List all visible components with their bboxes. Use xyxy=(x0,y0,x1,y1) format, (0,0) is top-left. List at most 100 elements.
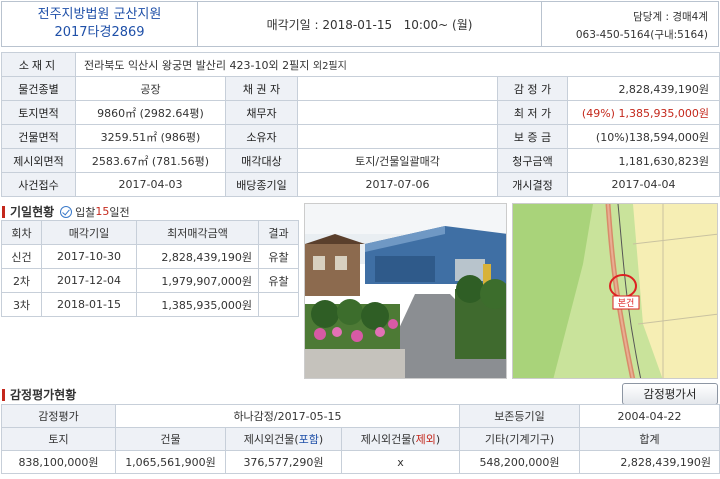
owner-label: 소유자 xyxy=(225,124,298,149)
check-circle-icon xyxy=(60,205,73,218)
type-value: 공장 xyxy=(75,76,226,101)
land-area-label: 토지면적 xyxy=(1,100,76,125)
table-row: 3차 2018-01-15 1,385,935,000원 xyxy=(1,292,299,317)
round-cell: 3차 xyxy=(1,292,42,317)
appraisal-price-label: 감 정 가 xyxy=(497,76,568,101)
table-row: 건물면적 3259.51㎡ (986평) 소유자 보 증 금 (10%)138,… xyxy=(1,124,720,149)
appraisal-label: 감정평가 xyxy=(1,404,116,428)
min-price-value: (49%) 1,385,935,000원 xyxy=(566,100,720,125)
rounds-title-text: 기일현황 xyxy=(10,205,55,219)
section-marker xyxy=(2,388,5,401)
excl-excl-prefix: 제시외건물( xyxy=(360,433,416,446)
factory-photo-illustration xyxy=(305,204,506,378)
appraisal-table: 감정평가 하나감정/2017-05-15 보존등기일 2004-04-22 토지… xyxy=(1,404,720,474)
excl-excl-value: x xyxy=(341,450,460,474)
building-value: 1,065,561,900원 xyxy=(115,450,226,474)
appraisal-value: 하나감정/2017-05-15 xyxy=(115,404,460,428)
bid-note-days: 15 xyxy=(95,205,110,218)
col-header-price: 최저매각금액 xyxy=(136,220,259,245)
address-label: 소재지 xyxy=(1,52,76,77)
date-cell: 2018-01-15 xyxy=(41,292,137,317)
appraisal-price-value: 2,828,439,190원 xyxy=(566,76,720,101)
address-value: 전라북도 익산시 왕궁면 발산리 423-10외 2필지 외2필지 xyxy=(74,52,720,77)
col-header-date: 매각기일 xyxy=(41,220,137,245)
rounds-table: 회차 매각기일 최저매각금액 결과 신건 2017-10-30 2,828,43… xyxy=(1,220,299,317)
table-row: 사건접수 2017-04-03 배당종기일 2017-07-06 개시결정 20… xyxy=(1,172,720,197)
case-header: 전주지방법원 군산지원 2017타경2869 매각기일 : 2018-01-15… xyxy=(1,1,719,47)
owner-value xyxy=(297,124,498,149)
debtor-value xyxy=(297,100,498,125)
start-label: 개시결정 xyxy=(497,172,568,197)
table-row: 물건종별 공장 채 권 자 감 정 가 2,828,439,190원 xyxy=(1,76,720,101)
bid-countdown: 입찰 15 일전 xyxy=(60,204,130,220)
bid-note-suffix: 일전 xyxy=(109,205,130,219)
case-number: 2017타경2869 xyxy=(54,25,145,40)
date-cell: 2017-10-30 xyxy=(41,244,137,269)
price-cell: 1,385,935,000원 xyxy=(136,292,259,317)
land-area-value: 9860㎡ (2982.64평) xyxy=(75,100,226,125)
claim-label: 청구금액 xyxy=(497,148,568,173)
table-header-row: 토지 건물 제시외건물(포함) 제시외건물(제외) 기타(기계기구) 합계 xyxy=(1,427,720,451)
dividend-value: 2017-07-06 xyxy=(297,172,498,197)
col-header-building: 건물 xyxy=(115,427,226,451)
result-cell: 유찰 xyxy=(258,268,299,293)
debtor-label: 채무자 xyxy=(225,100,298,125)
col-header-excl-incl: 제시외건물(포함) xyxy=(225,427,342,451)
dept-name: 담당계 : 경매4계 xyxy=(633,11,708,23)
col-header-round: 회차 xyxy=(1,220,42,245)
col-header-result: 결과 xyxy=(258,220,299,245)
court-name: 전주지방법원 군산지원 xyxy=(37,7,162,22)
other-value: 548,200,000원 xyxy=(459,450,580,474)
table-row: 2차 2017-12-04 1,979,907,000원 유찰 xyxy=(1,268,299,293)
col-header-total: 합계 xyxy=(579,427,720,451)
preserve-value: 2004-04-22 xyxy=(579,404,720,428)
deposit-value: (10%)138,594,000원 xyxy=(566,124,720,149)
excl-excl-word: 제외 xyxy=(415,433,436,446)
phone-number: 063-450-5164(구내:5164) xyxy=(575,29,708,41)
rounds-section-title: 기일현황 입찰 15 일전 xyxy=(2,203,130,220)
map-marker-label: 본건 xyxy=(618,298,635,309)
creditor-label: 채 권 자 xyxy=(225,76,298,101)
col-header-land: 토지 xyxy=(1,427,116,451)
round-cell: 신건 xyxy=(1,244,42,269)
appraisal-title-text: 감정평가현황 xyxy=(10,388,77,402)
table-row: 제시외면적 2583.67㎡ (781.56평) 매각대상 토지/건물일괄매각 … xyxy=(1,148,720,173)
sale-target-value: 토지/건물일괄매각 xyxy=(297,148,498,173)
creditor-value xyxy=(297,76,498,101)
property-info-table: 소재지 전라북도 익산시 왕궁면 발산리 423-10외 2필지 외2필지 물건… xyxy=(1,52,720,197)
deposit-label: 보 증 금 xyxy=(497,124,568,149)
table-row: 감정평가 하나감정/2017-05-15 보존등기일 2004-04-22 xyxy=(1,404,720,428)
table-row: 소재지 전라북도 익산시 왕궁면 발산리 423-10외 2필지 외2필지 xyxy=(1,52,720,77)
result-cell xyxy=(258,292,299,317)
claim-value: 1,181,630,823원 xyxy=(566,148,720,173)
table-row: 신건 2017-10-30 2,828,439,190원 유찰 xyxy=(1,244,299,269)
result-cell: 유찰 xyxy=(258,244,299,269)
address-note: 외2필지 xyxy=(312,60,347,72)
sale-target-label: 매각대상 xyxy=(225,148,298,173)
date-cell: 2017-12-04 xyxy=(41,268,137,293)
map-illustration: 본건 xyxy=(513,204,717,378)
price-cell: 2,828,439,190원 xyxy=(136,244,259,269)
col-header-excl-excl: 제시외건물(제외) xyxy=(341,427,460,451)
total-value: 2,828,439,190원 xyxy=(579,450,720,474)
building-area-value: 3259.51㎡ (986평) xyxy=(75,124,226,149)
section-marker xyxy=(2,205,5,218)
price-cell: 1,979,907,000원 xyxy=(136,268,259,293)
contact-block: 담당계 : 경매4계 063-450-5164(구내:5164) xyxy=(542,2,718,46)
dividend-label: 배당종기일 xyxy=(225,172,298,197)
appraisal-report-button[interactable]: 감정평가서 xyxy=(622,383,718,405)
filed-label: 사건접수 xyxy=(1,172,76,197)
building-area-label: 건물면적 xyxy=(1,124,76,149)
round-cell: 2차 xyxy=(1,268,42,293)
table-row: 838,100,000원 1,065,561,900원 376,577,290원… xyxy=(1,450,720,474)
excluded-area-label: 제시외면적 xyxy=(1,148,76,173)
excl-incl-value: 376,577,290원 xyxy=(225,450,342,474)
preserve-label: 보존등기일 xyxy=(459,404,580,428)
appraisal-section-title: 감정평가현황 xyxy=(2,386,76,403)
excluded-area-value: 2583.67㎡ (781.56평) xyxy=(75,148,226,173)
start-value: 2017-04-04 xyxy=(566,172,720,197)
table-row: 토지면적 9860㎡ (2982.64평) 채무자 최 저 가 (49%) 1,… xyxy=(1,100,720,125)
location-map[interactable]: 본건 xyxy=(512,203,718,379)
property-photo[interactable] xyxy=(304,203,507,379)
min-price-label: 최 저 가 xyxy=(497,100,568,125)
